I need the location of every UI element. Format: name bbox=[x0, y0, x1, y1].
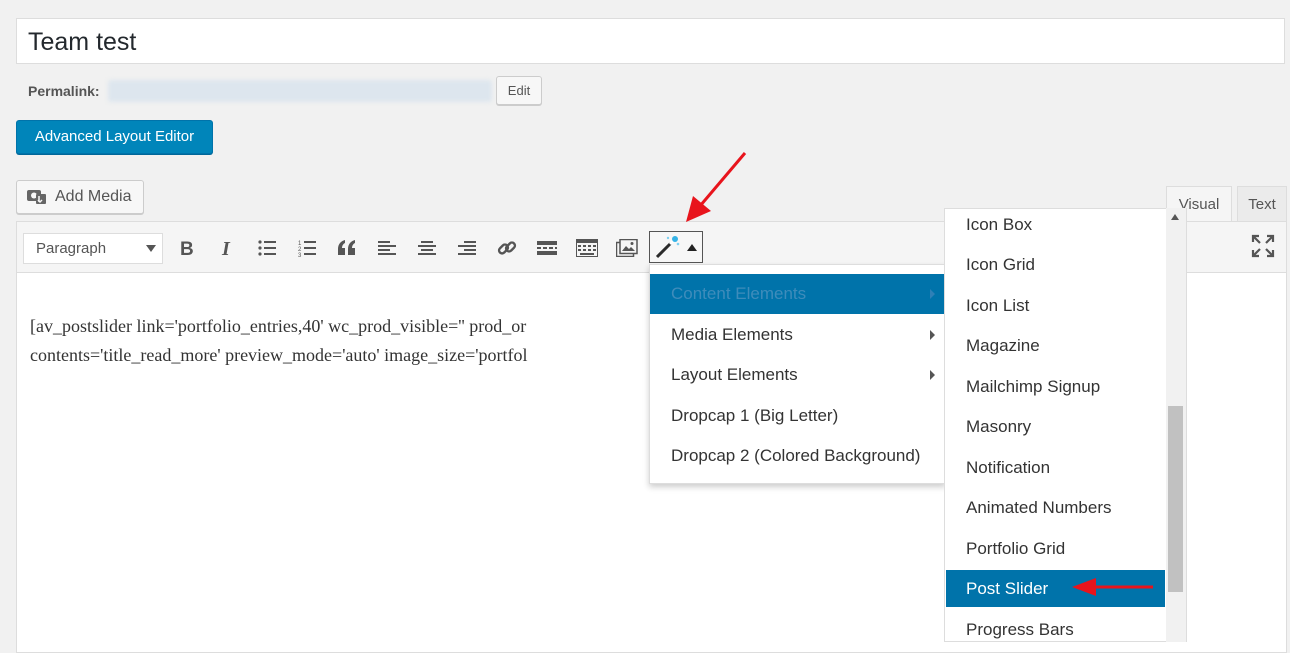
submenu-item[interactable]: Progress Bars bbox=[946, 611, 1165, 641]
menu-item-dropcap-2[interactable]: Dropcap 2 (Colored Background) bbox=[650, 436, 945, 476]
chevron-right-icon bbox=[930, 289, 935, 299]
scroll-up-arrow-icon[interactable] bbox=[1171, 214, 1179, 220]
menu-item-label: Layout Elements bbox=[671, 365, 798, 384]
svg-text:I: I bbox=[221, 239, 231, 257]
add-media-icon bbox=[27, 190, 46, 204]
fullscreen-icon[interactable] bbox=[1250, 233, 1276, 259]
link-icon[interactable] bbox=[492, 233, 522, 263]
submenu-item[interactable]: Masonry bbox=[946, 408, 1165, 445]
shortcode-wand-button[interactable] bbox=[649, 231, 703, 263]
read-more-icon[interactable] bbox=[532, 233, 562, 263]
svg-text:B: B bbox=[180, 239, 194, 257]
content-elements-submenu: Icon Box Icon Grid Icon List Magazine Ma… bbox=[944, 208, 1187, 642]
menu-item-media-elements[interactable]: Media Elements bbox=[650, 315, 945, 355]
numbered-list-icon[interactable]: 123 bbox=[292, 233, 322, 263]
submenu-item[interactable]: Notification bbox=[946, 449, 1165, 486]
magic-wand-icon bbox=[655, 236, 680, 259]
submenu-item[interactable]: Icon List bbox=[946, 287, 1165, 324]
submenu-item[interactable]: Portfolio Grid bbox=[946, 530, 1165, 567]
caret-up-icon bbox=[687, 244, 697, 251]
chevron-right-icon bbox=[930, 330, 935, 340]
editor-line-1: [av_postslider link='portfolio_entries,4… bbox=[30, 316, 527, 336]
permalink-url[interactable] bbox=[108, 80, 492, 102]
paragraph-format-select[interactable]: Paragraph bbox=[23, 233, 163, 264]
submenu-scrollbar-thumb[interactable] bbox=[1168, 406, 1183, 592]
menu-item-layout-elements[interactable]: Layout Elements bbox=[650, 355, 945, 395]
submenu-item-selected[interactable]: Post Slider bbox=[946, 570, 1165, 607]
align-center-icon[interactable] bbox=[412, 233, 442, 263]
post-title-input[interactable]: Team test bbox=[16, 18, 1285, 64]
menu-item-dropcap-1[interactable]: Dropcap 1 (Big Letter) bbox=[650, 396, 945, 436]
chevron-down-icon bbox=[146, 245, 156, 252]
menu-item-label: Dropcap 2 (Colored Background) bbox=[671, 446, 921, 465]
tab-text[interactable]: Text bbox=[1237, 186, 1287, 222]
permalink-label: Permalink: bbox=[28, 83, 100, 99]
submenu-item[interactable]: Magazine bbox=[946, 327, 1165, 364]
menu-item-label: Dropcap 1 (Big Letter) bbox=[671, 406, 839, 425]
bold-icon[interactable]: B bbox=[172, 233, 202, 263]
italic-icon[interactable]: I bbox=[212, 233, 242, 263]
submenu-item[interactable]: Mailchimp Signup bbox=[946, 368, 1165, 405]
shortcode-menu: Content Elements Media Elements Layout E… bbox=[649, 264, 946, 484]
annotation-arrow-wand bbox=[686, 152, 747, 222]
bullet-list-icon[interactable] bbox=[252, 233, 282, 263]
media-gallery-icon[interactable] bbox=[612, 233, 642, 263]
advanced-layout-editor-button[interactable]: Advanced Layout Editor bbox=[16, 120, 213, 154]
submenu-item[interactable]: Icon Box bbox=[946, 209, 1165, 243]
chevron-right-icon bbox=[930, 370, 935, 380]
menu-item-label: Media Elements bbox=[671, 325, 793, 344]
editor-line-2: contents='title_read_more' preview_mode=… bbox=[30, 345, 528, 365]
permalink-edit-button[interactable]: Edit bbox=[496, 76, 542, 105]
menu-item-label: Content Elements bbox=[671, 284, 807, 303]
editor-shortcode-text[interactable]: [av_postslider link='portfolio_entries,4… bbox=[30, 312, 650, 370]
toolbar-toggle-icon[interactable] bbox=[572, 233, 602, 263]
align-right-icon[interactable] bbox=[452, 233, 482, 263]
blockquote-icon[interactable] bbox=[332, 233, 362, 263]
menu-item-content-elements[interactable]: Content Elements bbox=[650, 274, 945, 314]
svg-text:3: 3 bbox=[298, 253, 302, 257]
submenu-item[interactable]: Icon Grid bbox=[946, 246, 1165, 283]
align-left-icon[interactable] bbox=[372, 233, 402, 263]
submenu-item[interactable]: Animated Numbers bbox=[946, 489, 1165, 526]
